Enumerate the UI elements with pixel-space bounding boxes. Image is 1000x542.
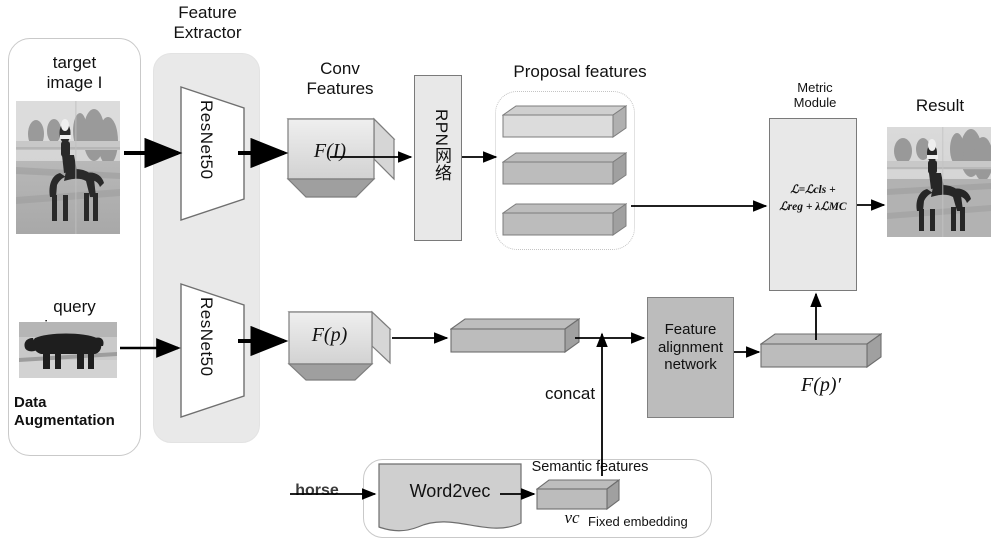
resnet50-top-label: ResNet50 [197,100,216,180]
resnet50-bottom-label: ResNet50 [197,297,216,377]
proposal-features-title: Proposal features [513,62,647,81]
word-input-label: horse [295,482,339,499]
aligned-feature-label: F(p)′ [801,374,841,396]
data-augmentation-label: Data Augmentation [14,394,115,429]
fixed-embedding-label: Fixed embedding [588,514,688,529]
proposal-bar-2 [502,152,627,186]
rpn-label: RPN网络 [432,109,451,182]
loss-line-2: ℒreg + λℒMC [779,200,847,213]
conv-features-label: F(I) [313,140,347,162]
target-image-photo [16,101,120,234]
semantic-features-label: Semantic features [531,459,649,475]
target-image-label: target image I [46,53,103,93]
metric-module-loss: ℒ=ℒcls + ℒreg + λℒMC [769,182,857,215]
loss-line-1: ℒ=ℒcls + [790,184,836,196]
feature-extractor-title: Feature Extractor [173,3,242,43]
aligned-feature-bar [760,333,882,369]
feature-alignment-label: Feature alignment network [657,321,724,374]
result-title: Result [915,96,965,115]
semantic-vector-bar [536,479,620,511]
proposal-bar-1 [502,105,627,139]
query-feature-label: F(p) [311,324,348,346]
query-feature-bar [450,318,580,354]
result-image-photo [887,127,991,237]
proposal-bar-3 [502,203,627,237]
concat-label: concat [544,384,596,403]
word2vec-label: Word2vec [409,481,491,501]
query-image-photo [19,322,117,378]
conv-features-title: Conv Features [306,59,374,99]
diagram-canvas: target image I query Data Augmentation F… [0,0,1000,542]
metric-module-title: Metric Module [793,80,837,111]
